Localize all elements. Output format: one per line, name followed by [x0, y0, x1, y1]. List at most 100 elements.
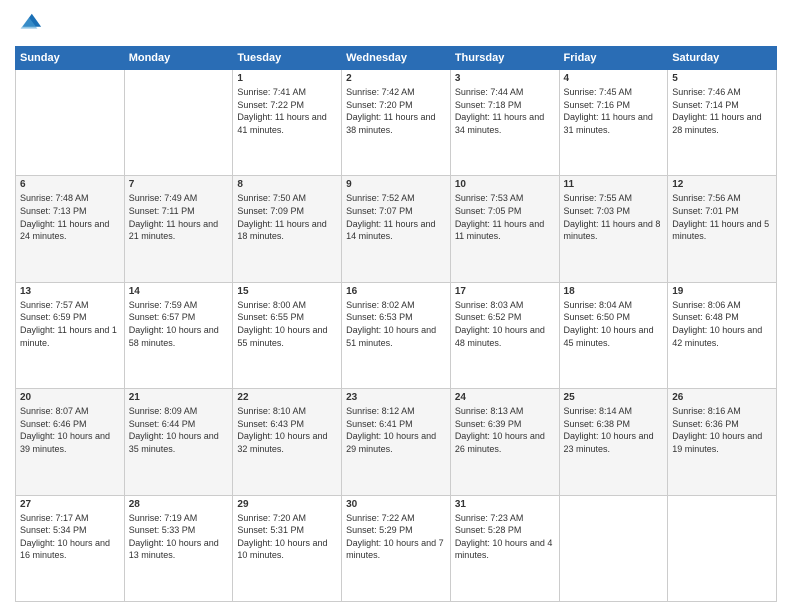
day-number: 14 — [129, 286, 229, 297]
day-number: 1 — [237, 73, 337, 84]
day-number: 31 — [455, 499, 555, 510]
page: Sunday Monday Tuesday Wednesday Thursday… — [0, 0, 792, 612]
day-info: Sunrise: 7:48 AM Sunset: 7:13 PM Dayligh… — [20, 192, 120, 242]
calendar-week-row: 27 Sunrise: 7:17 AM Sunset: 5:34 PM Dayli… — [16, 495, 777, 601]
day-number: 19 — [672, 286, 772, 297]
day-info: Sunrise: 7:20 AM Sunset: 5:31 PM Dayligh… — [237, 512, 337, 562]
calendar-cell: 12 Sunrise: 7:56 AM Sunset: 7:01 PM Dayli… — [668, 176, 777, 282]
day-number: 22 — [237, 392, 337, 403]
calendar-cell: 4Sunrise: 7:45 AM Sunset: 7:16 PM Daylig… — [559, 70, 668, 176]
day-number: 18 — [564, 286, 664, 297]
day-number: 12 — [672, 179, 772, 190]
calendar-cell: 22 Sunrise: 8:10 AM Sunset: 6:43 PM Dayli… — [233, 389, 342, 495]
calendar-week-row: 1Sunrise: 7:41 AM Sunset: 7:22 PM Daylig… — [16, 70, 777, 176]
col-monday: Monday — [124, 47, 233, 70]
day-info: Sunrise: 8:12 AM Sunset: 6:41 PM Dayligh… — [346, 405, 446, 455]
day-info: Sunrise: 7:53 AM Sunset: 7:05 PM Dayligh… — [455, 192, 555, 242]
day-info: Sunrise: 7:17 AM Sunset: 5:34 PM Dayligh… — [20, 512, 120, 562]
calendar-cell: 2 Sunrise: 7:42 AM Sunset: 7:20 PM Daylig… — [342, 70, 451, 176]
day-info: Sunrise: 7:56 AM Sunset: 7:01 PM Dayligh… — [672, 192, 772, 242]
day-number: 6 — [20, 179, 120, 190]
day-info: Sunrise: 8:00 AM Sunset: 6:55 PM Dayligh… — [237, 299, 337, 349]
col-saturday: Saturday — [668, 47, 777, 70]
day-info: Sunrise: 8:16 AM Sunset: 6:36 PM Dayligh… — [672, 405, 772, 455]
calendar-cell: 15 Sunrise: 8:00 AM Sunset: 6:55 PM Dayli… — [233, 282, 342, 388]
col-sunday: Sunday — [16, 47, 125, 70]
day-number: 3 — [455, 73, 555, 84]
day-info: Sunrise: 8:14 AM Sunset: 6:38 PM Dayligh… — [564, 405, 664, 455]
logo-icon — [15, 10, 43, 38]
day-info: Sunrise: 7:45 AM Sunset: 7:16 PM Dayligh… — [564, 86, 664, 136]
calendar-cell: 14Sunrise: 7:59 AM Sunset: 6:57 PM Dayli… — [124, 282, 233, 388]
day-info: Sunrise: 8:02 AM Sunset: 6:53 PM Dayligh… — [346, 299, 446, 349]
day-info: Sunrise: 7:23 AM Sunset: 5:28 PM Dayligh… — [455, 512, 555, 562]
day-info: Sunrise: 8:10 AM Sunset: 6:43 PM Dayligh… — [237, 405, 337, 455]
day-number: 23 — [346, 392, 446, 403]
calendar-cell: 6 Sunrise: 7:48 AM Sunset: 7:13 PM Daylig… — [16, 176, 125, 282]
day-number: 9 — [346, 179, 446, 190]
calendar-cell: 23 Sunrise: 8:12 AM Sunset: 6:41 PM Dayli… — [342, 389, 451, 495]
calendar-cell: 13Sunrise: 7:57 AM Sunset: 6:59 PM Dayli… — [16, 282, 125, 388]
day-number: 16 — [346, 286, 446, 297]
calendar-cell: 5 Sunrise: 7:46 AM Sunset: 7:14 PM Daylig… — [668, 70, 777, 176]
day-number: 2 — [346, 73, 446, 84]
day-info: Sunrise: 8:09 AM Sunset: 6:44 PM Dayligh… — [129, 405, 229, 455]
day-number: 11 — [564, 179, 664, 190]
calendar-cell: 7 Sunrise: 7:49 AM Sunset: 7:11 PM Daylig… — [124, 176, 233, 282]
day-info: Sunrise: 8:07 AM Sunset: 6:46 PM Dayligh… — [20, 405, 120, 455]
day-number: 27 — [20, 499, 120, 510]
calendar-cell: 25 Sunrise: 8:14 AM Sunset: 6:38 PM Dayli… — [559, 389, 668, 495]
calendar-cell: 21 Sunrise: 8:09 AM Sunset: 6:44 PM Dayli… — [124, 389, 233, 495]
day-info: Sunrise: 8:04 AM Sunset: 6:50 PM Dayligh… — [564, 299, 664, 349]
calendar-cell — [668, 495, 777, 601]
day-info: Sunrise: 7:46 AM Sunset: 7:14 PM Dayligh… — [672, 86, 772, 136]
day-info: Sunrise: 8:03 AM Sunset: 6:52 PM Dayligh… — [455, 299, 555, 349]
day-number: 15 — [237, 286, 337, 297]
day-number: 20 — [20, 392, 120, 403]
calendar-cell — [124, 70, 233, 176]
calendar-table: Sunday Monday Tuesday Wednesday Thursday… — [15, 46, 777, 602]
calendar-cell: 24 Sunrise: 8:13 AM Sunset: 6:39 PM Dayli… — [450, 389, 559, 495]
calendar-cell: 9Sunrise: 7:52 AM Sunset: 7:07 PM Daylig… — [342, 176, 451, 282]
col-thursday: Thursday — [450, 47, 559, 70]
day-number: 17 — [455, 286, 555, 297]
day-number: 7 — [129, 179, 229, 190]
day-number: 21 — [129, 392, 229, 403]
calendar-cell — [16, 70, 125, 176]
calendar-cell: 27 Sunrise: 7:17 AM Sunset: 5:34 PM Dayli… — [16, 495, 125, 601]
calendar-cell: 28 Sunrise: 7:19 AM Sunset: 5:33 PM Dayli… — [124, 495, 233, 601]
day-info: Sunrise: 7:44 AM Sunset: 7:18 PM Dayligh… — [455, 86, 555, 136]
day-info: Sunrise: 8:06 AM Sunset: 6:48 PM Dayligh… — [672, 299, 772, 349]
day-number: 28 — [129, 499, 229, 510]
day-info: Sunrise: 8:13 AM Sunset: 6:39 PM Dayligh… — [455, 405, 555, 455]
col-wednesday: Wednesday — [342, 47, 451, 70]
day-info: Sunrise: 7:50 AM Sunset: 7:09 PM Dayligh… — [237, 192, 337, 242]
calendar-cell — [559, 495, 668, 601]
day-info: Sunrise: 7:42 AM Sunset: 7:20 PM Dayligh… — [346, 86, 446, 136]
day-number: 29 — [237, 499, 337, 510]
day-info: Sunrise: 7:55 AM Sunset: 7:03 PM Dayligh… — [564, 192, 664, 242]
calendar-cell: 30Sunrise: 7:22 AM Sunset: 5:29 PM Dayli… — [342, 495, 451, 601]
day-number: 5 — [672, 73, 772, 84]
calendar-cell: 16 Sunrise: 8:02 AM Sunset: 6:53 PM Dayli… — [342, 282, 451, 388]
calendar-week-row: 13Sunrise: 7:57 AM Sunset: 6:59 PM Dayli… — [16, 282, 777, 388]
day-info: Sunrise: 7:19 AM Sunset: 5:33 PM Dayligh… — [129, 512, 229, 562]
calendar-cell: 11 Sunrise: 7:55 AM Sunset: 7:03 PM Dayli… — [559, 176, 668, 282]
calendar-cell: 19 Sunrise: 8:06 AM Sunset: 6:48 PM Dayli… — [668, 282, 777, 388]
calendar-cell: 31 Sunrise: 7:23 AM Sunset: 5:28 PM Dayli… — [450, 495, 559, 601]
calendar-cell: 3 Sunrise: 7:44 AM Sunset: 7:18 PM Daylig… — [450, 70, 559, 176]
calendar-cell: 26Sunrise: 8:16 AM Sunset: 6:36 PM Dayli… — [668, 389, 777, 495]
day-number: 24 — [455, 392, 555, 403]
day-number: 25 — [564, 392, 664, 403]
calendar-cell: 17 Sunrise: 8:03 AM Sunset: 6:52 PM Dayli… — [450, 282, 559, 388]
day-info: Sunrise: 7:22 AM Sunset: 5:29 PM Dayligh… — [346, 512, 446, 562]
col-friday: Friday — [559, 47, 668, 70]
calendar-cell: 10Sunrise: 7:53 AM Sunset: 7:05 PM Dayli… — [450, 176, 559, 282]
day-number: 8 — [237, 179, 337, 190]
logo — [15, 10, 47, 38]
calendar-cell: 20 Sunrise: 8:07 AM Sunset: 6:46 PM Dayli… — [16, 389, 125, 495]
calendar-cell: 8 Sunrise: 7:50 AM Sunset: 7:09 PM Daylig… — [233, 176, 342, 282]
day-info: Sunrise: 7:49 AM Sunset: 7:11 PM Dayligh… — [129, 192, 229, 242]
calendar-cell: 18 Sunrise: 8:04 AM Sunset: 6:50 PM Dayli… — [559, 282, 668, 388]
col-tuesday: Tuesday — [233, 47, 342, 70]
